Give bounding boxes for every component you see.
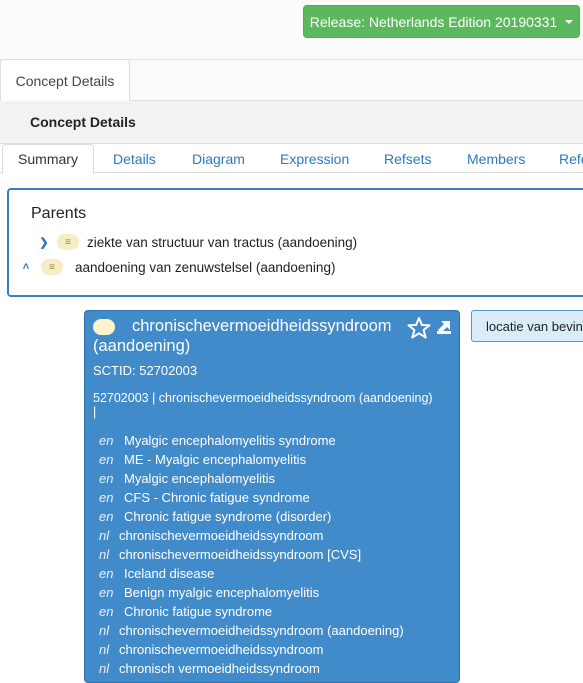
description-term: ME - Myalgic encephalomyelitis bbox=[124, 452, 307, 467]
description-language: en bbox=[99, 433, 114, 448]
primitive-concept-icon: ≡ bbox=[57, 234, 79, 250]
description-term: chronischevermoeidheidssyndroom bbox=[119, 528, 324, 543]
export-icon[interactable] bbox=[437, 320, 451, 334]
description-language: en bbox=[99, 566, 114, 581]
parent-label[interactable]: ziekte van structuur van tractus (aandoe… bbox=[87, 235, 357, 250]
description-language: en bbox=[99, 490, 114, 505]
description-item: nl chronisch vermoeidheidssyndroom bbox=[99, 659, 404, 678]
description-term: chronischevermoeidheidssyndroom [CVS] bbox=[119, 547, 362, 562]
description-term: chronischevermoeidheidssyndroom bbox=[119, 642, 324, 657]
description-item: nl chronischevermoeidheidssyndroom bbox=[99, 526, 404, 545]
description-term: Iceland disease bbox=[124, 566, 215, 581]
description-language: nl bbox=[99, 623, 110, 638]
release-dropdown-button[interactable]: Release: Netherlands Edition 20190331 bbox=[303, 5, 580, 38]
description-language: en bbox=[99, 509, 114, 524]
tab-refsets[interactable]: Refsets bbox=[384, 144, 431, 173]
parents-panel: Parents ❯ ≡ ziekte van structuur van tra… bbox=[7, 188, 583, 297]
release-label: Release: Netherlands Edition 20190331 bbox=[309, 13, 558, 30]
parent-item[interactable]: ❯ ≡ ziekte van structuur van tractus (aa… bbox=[37, 234, 357, 250]
parents-title: Parents bbox=[31, 205, 87, 222]
tab-summary[interactable]: Summary bbox=[2, 144, 94, 174]
description-language: en bbox=[99, 585, 114, 600]
tab-diagram[interactable]: Diagram bbox=[192, 144, 245, 173]
description-term: CFS - Chronic fatigue syndrome bbox=[124, 490, 310, 505]
concept-title: chronischevermoeidheidssyndroom (aandoen… bbox=[93, 317, 392, 355]
description-term: Myalgic encephalomyelitis syndrome bbox=[124, 433, 336, 448]
tab-expression[interactable]: Expression bbox=[280, 144, 349, 173]
primitive-concept-icon: ≡ bbox=[41, 259, 63, 275]
description-term: Chronic fatigue syndrome bbox=[124, 604, 273, 619]
tab-concept-details[interactable]: Concept Details bbox=[0, 59, 130, 101]
description-term: Benign myalgic encephalomyelitis bbox=[124, 585, 320, 600]
description-term: Myalgic encephalomyelitis bbox=[124, 471, 276, 486]
description-language: nl bbox=[99, 661, 110, 676]
sctid: SCTID: 52702003 bbox=[93, 363, 198, 378]
tab-members[interactable]: Members bbox=[467, 144, 525, 173]
tab-details[interactable]: Details bbox=[113, 144, 156, 173]
description-item: nl chronischevermoeidheidssyndroom [CVS] bbox=[99, 545, 404, 564]
attribute-finding-site[interactable]: locatie van bevinding bbox=[471, 310, 583, 342]
attribute-label: locatie van bevinding bbox=[486, 318, 583, 334]
focus-concept-card: chronischevermoeidheidssyndroom (aandoen… bbox=[84, 310, 460, 683]
description-language: nl bbox=[99, 547, 110, 562]
panel-heading: Concept Details bbox=[0, 101, 583, 144]
description-item: en Iceland disease bbox=[99, 564, 404, 583]
tab-references[interactable]: Refe bbox=[559, 144, 583, 173]
description-item: en Chronic fatigue syndrome bbox=[99, 602, 404, 621]
description-term: Chronic fatigue syndrome (disorder) bbox=[124, 509, 332, 524]
description-language: en bbox=[99, 452, 114, 467]
parent-label[interactable]: aandoening van zenuwstelsel (aandoening) bbox=[75, 260, 335, 275]
fully-specified-name: 52702003 | chronischevermoeidheidssyndro… bbox=[93, 391, 433, 419]
description-term: chronisch vermoeidheidssyndroom bbox=[119, 661, 320, 676]
description-item: en Chronic fatigue syndrome (disorder) bbox=[99, 507, 404, 526]
description-language: nl bbox=[99, 642, 110, 657]
panel-heading-title: Concept Details bbox=[30, 114, 136, 130]
tab-concept-details-label: Concept Details bbox=[15, 72, 115, 89]
description-item: en Myalgic encephalomyelitis syndrome bbox=[99, 431, 404, 450]
description-item: nl chronischevermoeidheidssyndroom bbox=[99, 640, 404, 659]
description-item: nl chronischevermoeidheidssyndroom (aando… bbox=[99, 621, 404, 640]
description-item: en Benign myalgic encephalomyelitis bbox=[99, 583, 404, 602]
description-language: en bbox=[99, 471, 114, 486]
chevron-up-icon[interactable]: ˄ bbox=[19, 261, 33, 273]
description-item: en ME - Myalgic encephalomyelitis bbox=[99, 450, 404, 469]
description-term: chronischevermoeidheidssyndroom (aandoen… bbox=[119, 623, 404, 638]
caret-down-icon bbox=[565, 19, 574, 24]
description-list: en Myalgic encephalomyelitis syndrome en ME… bbox=[99, 431, 404, 678]
description-item: en Myalgic encephalomyelitis bbox=[99, 469, 404, 488]
parent-item[interactable]: ˄ ≡ aandoening van zenuwstelsel (aandoen… bbox=[19, 259, 335, 275]
chevron-right-icon[interactable]: ❯ bbox=[37, 236, 51, 249]
description-item: en CFS - Chronic fatigue syndrome bbox=[99, 488, 404, 507]
description-language: nl bbox=[99, 528, 110, 543]
description-language: en bbox=[99, 604, 114, 619]
inner-tab-bar: Summary Details Diagram Expression Refse… bbox=[0, 144, 583, 174]
star-icon[interactable] bbox=[407, 316, 431, 340]
